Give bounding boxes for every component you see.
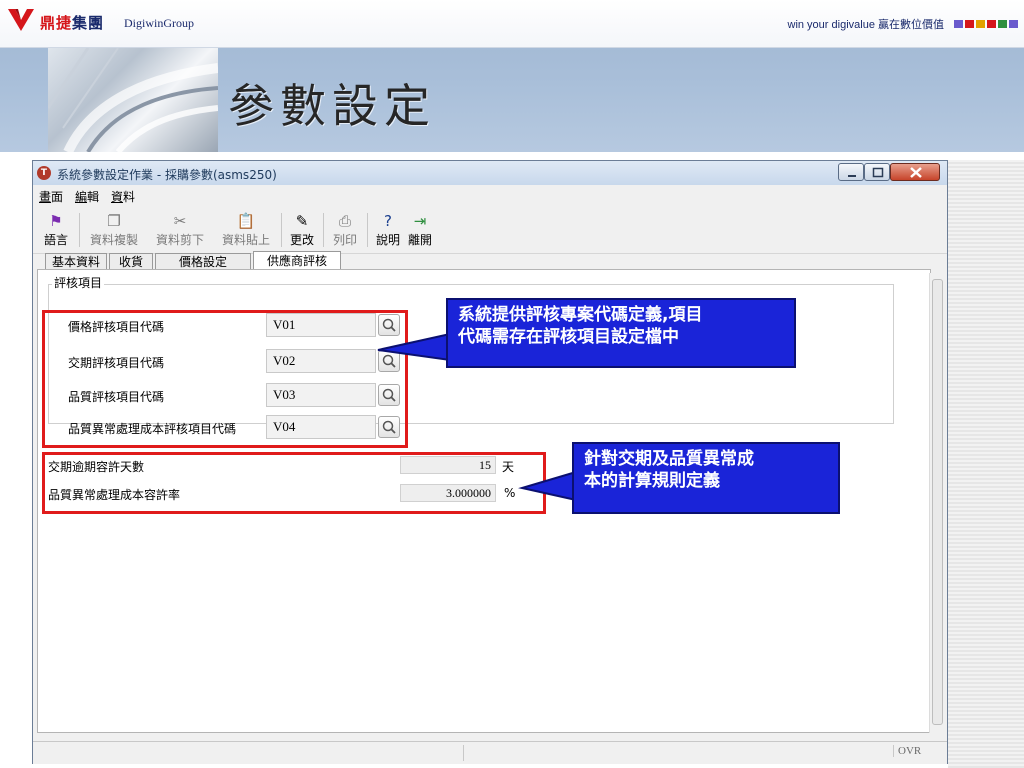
callout-evaluation-code-note: 系統提供評核專案代碼定義,項目 代碼需存在評核項目設定檔中 — [446, 298, 796, 368]
callout-pointers — [377, 332, 577, 502]
callout-calculation-rule-note: 針對交期及品質異常成 本的計算規則定義 — [572, 442, 840, 514]
